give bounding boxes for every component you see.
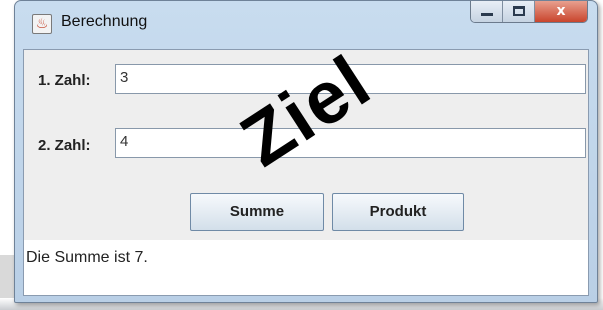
field1-label: 1. Zahl: bbox=[38, 72, 91, 89]
window-controls: x bbox=[470, 1, 588, 23]
close-button[interactable]: x bbox=[535, 1, 587, 22]
maximize-button[interactable] bbox=[503, 1, 535, 22]
result-text: Die Summe ist 7. bbox=[26, 249, 148, 266]
minimize-icon bbox=[481, 13, 493, 16]
minimize-button[interactable] bbox=[471, 1, 503, 22]
java-icon: ♨ bbox=[32, 14, 52, 34]
output-area: Die Summe ist 7. bbox=[24, 240, 588, 295]
field2-label: 2. Zahl: bbox=[38, 137, 91, 154]
sum-button[interactable]: Summe bbox=[190, 193, 324, 231]
title-bar[interactable]: ♨ Berechnung x bbox=[15, 1, 597, 49]
window-title: Berechnung bbox=[61, 13, 148, 30]
number2-input[interactable]: 4 bbox=[115, 128, 586, 158]
maximize-icon bbox=[513, 6, 525, 16]
close-icon: x bbox=[556, 3, 566, 19]
product-button[interactable]: Produkt bbox=[332, 193, 464, 231]
